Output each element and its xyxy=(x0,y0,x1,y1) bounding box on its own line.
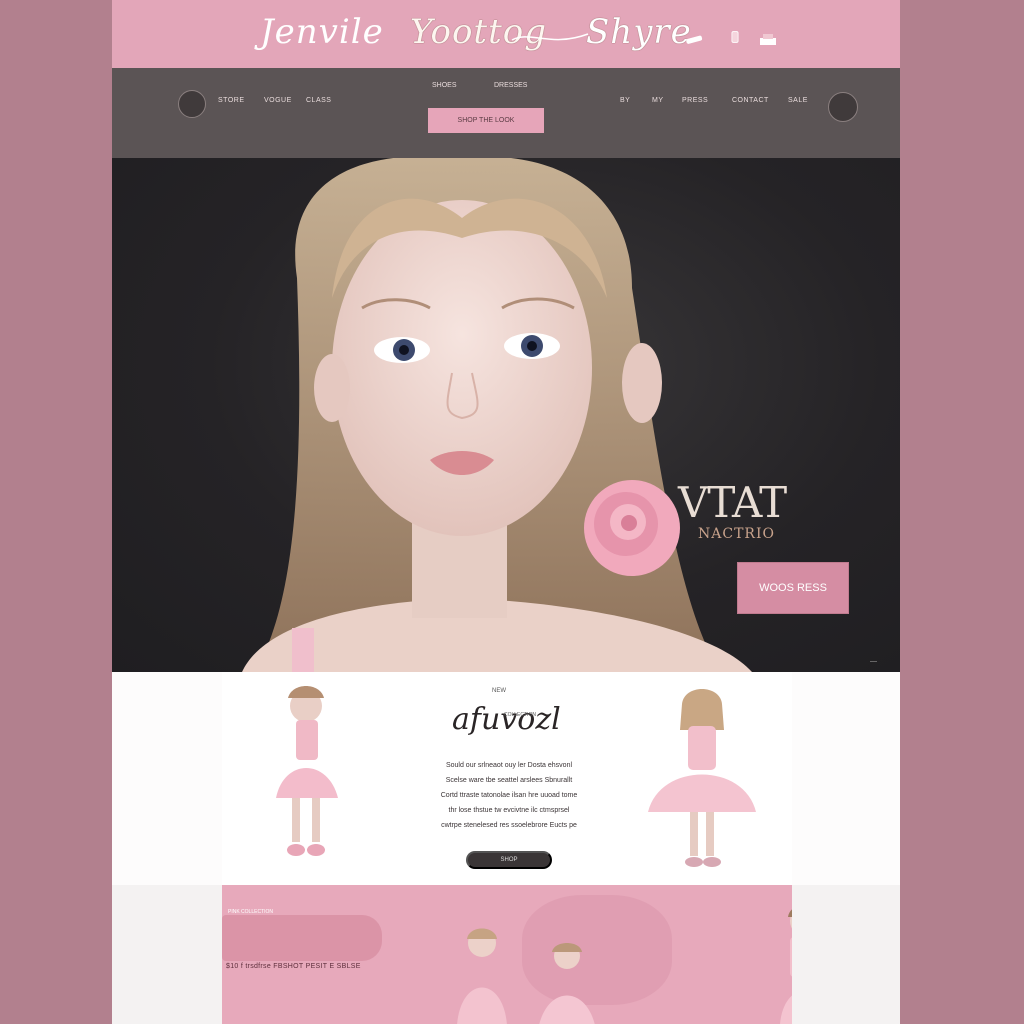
paint-wash xyxy=(222,915,382,961)
hero-cta-button[interactable]: WOOS RESS xyxy=(737,562,849,614)
description-line: Scelse ware tbe seattel arslees Sbnurall… xyxy=(445,777,573,784)
nav-item-class[interactable]: CLASS xyxy=(306,97,331,104)
nav-item-by[interactable]: BY xyxy=(620,97,630,104)
collection-image-1[interactable] xyxy=(447,925,517,1024)
hero-watermark: — xyxy=(870,658,877,665)
description-line: thr lose thstue tw evcivtne ilc ctmsprse… xyxy=(448,807,570,814)
collection-text: $10 f trsdfrse FBSHOT PESIT E SBLSE xyxy=(226,963,361,970)
collection-label: PINK COLLECTION xyxy=(228,909,274,915)
nav-bar: STORE VOGUE CLASS SHOES DRESSES SHOP THE… xyxy=(112,68,900,158)
product-description: Sould our srlneaot ouy ler Dosta ehsvonl… xyxy=(404,758,614,833)
nav-item-shoes[interactable]: SHOES xyxy=(432,82,457,89)
logo-icon[interactable] xyxy=(178,90,206,118)
description-line: cwtrpe stenelesed res ssoelebrore Eucts … xyxy=(441,822,577,829)
swash-ornament xyxy=(511,33,589,41)
nav-item-my[interactable]: MY xyxy=(652,97,664,104)
nav-item-dresses[interactable]: DRESSES xyxy=(494,82,527,89)
hero-subtitle: NACTRIO xyxy=(698,526,775,542)
nav-item-contact[interactable]: CONTACT xyxy=(732,97,769,104)
hero-title: VTAT xyxy=(678,478,787,527)
product-tag-2: COLLECTION xyxy=(504,712,536,718)
nav-item-sale[interactable]: SALE xyxy=(788,97,808,104)
bottle-icon[interactable] xyxy=(724,30,746,44)
collection-image-2[interactable] xyxy=(532,940,602,1024)
product-section: NEW afuvozl COLLECTION Sould our srlneao… xyxy=(112,672,900,885)
brand-name-1[interactable]: Jenvile xyxy=(260,12,384,52)
page: Jenvile Yoottog Shyre STORE VOGUE CLASS … xyxy=(112,0,900,1024)
nav-item-store[interactable]: STORE xyxy=(218,97,245,104)
description-line: Cortd ttraste tatonolae ilsan hre uuoad … xyxy=(440,792,578,799)
brand-name-3[interactable]: Shyre xyxy=(586,12,692,52)
collection-image-3[interactable] xyxy=(770,899,792,1024)
shop-the-look-button[interactable]: SHOP THE LOOK xyxy=(428,108,544,133)
shop-button[interactable]: SHOP xyxy=(466,851,552,869)
product-image-right[interactable] xyxy=(640,682,760,877)
brush-icon[interactable] xyxy=(684,32,706,46)
product-image-left[interactable] xyxy=(258,678,348,868)
product-tag: NEW xyxy=(492,688,506,694)
seal-icon[interactable] xyxy=(828,92,858,122)
description-line: Sould our srlneaot ouy ler Dosta ehsvonl xyxy=(445,762,573,769)
cake-icon[interactable] xyxy=(757,32,779,46)
hero-banner: VTAT NACTRIO WOOS RESS — xyxy=(112,158,900,672)
nav-item-press[interactable]: PRESS xyxy=(682,97,708,104)
nav-item-vogue[interactable]: VOGUE xyxy=(264,97,292,104)
product-title: afuvozl xyxy=(452,702,561,737)
brand-bar: Jenvile Yoottog Shyre xyxy=(112,0,900,68)
collection-section: PINK COLLECTION $10 f trsdfrse FBSHOT PE… xyxy=(222,885,792,1024)
